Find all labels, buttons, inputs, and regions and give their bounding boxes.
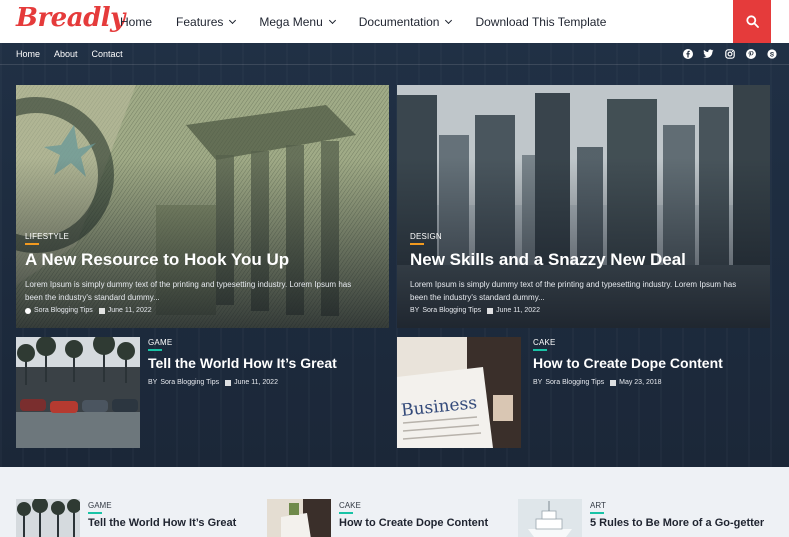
post-date: May 23, 2018 <box>619 379 662 386</box>
street-image <box>16 337 140 448</box>
author-prefix: BY <box>410 307 420 314</box>
post-thumbnail[interactable] <box>16 337 140 448</box>
tag-underline <box>533 349 547 351</box>
post-title[interactable]: How to Create Dope Content <box>533 355 723 371</box>
facebook-icon[interactable] <box>682 49 693 60</box>
tag-underline <box>410 243 424 245</box>
nav-label: Home <box>120 14 153 29</box>
post-author[interactable]: Sora Blogging Tips <box>160 379 219 386</box>
tag-underline <box>339 512 353 514</box>
site-header: Breadly Home Features Mega Menu Document… <box>0 0 789 43</box>
nav-item-documentation[interactable]: Documentation <box>358 14 453 29</box>
instagram-icon[interactable] <box>724 49 735 60</box>
nav-label: Documentation <box>358 14 440 29</box>
author-prefix: BY <box>148 379 158 386</box>
featured-post-2[interactable]: Design New Skills and a Snazzy New Deal … <box>397 85 770 328</box>
post-date: June 11, 2022 <box>496 307 540 314</box>
tag-underline <box>590 512 604 514</box>
post-thumbnail[interactable] <box>16 499 80 537</box>
tag-underline <box>148 349 162 351</box>
recent-post-3[interactable]: Art 5 Rules to Be More of a Go-getter <box>518 499 778 537</box>
post-title[interactable]: How to Create Dope Content <box>339 517 488 529</box>
post-date: June 11, 2022 <box>234 379 278 386</box>
top-link-contact[interactable]: Contact <box>92 49 123 59</box>
post-meta: BY Sora Blogging Tips June 11, 2022 <box>148 379 278 386</box>
chevron-down-icon <box>445 16 453 24</box>
post-tag[interactable]: Cake <box>533 338 556 347</box>
yacht-image <box>518 499 582 537</box>
nav-item-home[interactable]: Home <box>120 15 152 29</box>
post-meta: BY Sora Blogging Tips June 11, 2022 <box>410 307 540 314</box>
calendar-icon <box>487 307 494 314</box>
tag-underline <box>88 512 102 514</box>
newspaper-image <box>397 337 521 448</box>
street-image <box>16 499 80 537</box>
excerpt-line: Lorem Ipsum is simply dummy text of the … <box>25 280 352 289</box>
top-link-home[interactable]: Home <box>16 49 40 59</box>
nav-label: Mega Menu <box>259 14 323 29</box>
post-tag[interactable]: Cake <box>339 501 361 510</box>
post-tag[interactable]: Art <box>590 501 606 510</box>
excerpt-line: Lorem Ipsum is simply dummy text of the … <box>410 280 737 289</box>
recent-posts: Game Tell the World How It’s Great Cake … <box>0 467 789 537</box>
post-title[interactable]: New Skills and a Snazzy New Deal <box>410 250 686 270</box>
featured-post-1[interactable]: Lifestyle A New Resource to Hook You Up … <box>16 85 389 328</box>
main-nav: Home Features Mega Menu Documentation Do… <box>120 0 630 43</box>
chevron-down-icon <box>229 16 237 24</box>
calendar-icon <box>98 307 105 314</box>
author-prefix: BY <box>533 379 543 386</box>
search-icon <box>745 15 759 28</box>
nav-label: Download This Template <box>475 14 607 29</box>
top-link-about[interactable]: About <box>54 49 78 59</box>
post-title[interactable]: A New Resource to Hook You Up <box>25 250 289 270</box>
social-links <box>672 43 777 65</box>
post-title[interactable]: 5 Rules to Be More of a Go-getter <box>590 517 764 529</box>
secondary-post-2[interactable]: Business Cake How to Create Dope Content… <box>397 337 770 448</box>
excerpt-line: been the industry's standard dummy... <box>25 293 160 302</box>
post-thumbnail[interactable] <box>518 499 582 537</box>
post-title[interactable]: Tell the World How It’s Great <box>88 517 236 529</box>
post-meta: Sora Blogging Tips June 11, 2022 <box>25 307 152 314</box>
skype-icon[interactable] <box>766 49 777 60</box>
secondary-post-1[interactable]: Game Tell the World How It’s Great BY So… <box>16 337 389 448</box>
newspaper-image <box>267 499 331 537</box>
nav-item-features[interactable]: Features <box>176 14 237 29</box>
nav-label: Features <box>176 14 224 29</box>
search-button[interactable] <box>733 0 771 43</box>
post-tag[interactable]: Lifestyle <box>25 232 69 241</box>
post-excerpt: Lorem Ipsum is simply dummy text of the … <box>25 278 385 304</box>
nav-item-mega-menu[interactable]: Mega Menu <box>259 14 336 29</box>
top-bar: Home About Contact <box>0 43 789 65</box>
post-thumbnail[interactable]: Business <box>397 337 521 448</box>
chevron-down-icon <box>328 16 336 24</box>
post-date: June 11, 2022 <box>107 307 152 314</box>
post-tag[interactable]: Design <box>410 232 442 241</box>
top-links: Home About Contact <box>16 43 137 65</box>
post-author[interactable]: Sora Blogging Tips <box>422 307 481 314</box>
recent-post-1[interactable]: Game Tell the World How It’s Great <box>16 499 256 537</box>
post-thumbnail[interactable] <box>267 499 331 537</box>
post-author[interactable]: Sora Blogging Tips <box>34 307 93 314</box>
nav-item-download[interactable]: Download This Template <box>475 15 606 29</box>
calendar-icon <box>610 379 617 386</box>
post-meta: BY Sora Blogging Tips May 23, 2018 <box>533 379 662 386</box>
hero-section: Home About Contact LIFESTYLE A New Resou… <box>0 43 789 467</box>
post-title[interactable]: Tell the World How It’s Great <box>148 355 337 371</box>
recent-post-2[interactable]: Cake How to Create Dope Content <box>267 499 507 537</box>
post-tag[interactable]: Game <box>148 338 172 347</box>
post-author[interactable]: Sora Blogging Tips <box>545 379 604 386</box>
post-excerpt: Lorem Ipsum is simply dummy text of the … <box>410 278 768 304</box>
calendar-icon <box>225 379 232 386</box>
excerpt-line: been the industry's standard dummy... <box>410 293 545 302</box>
tag-underline <box>25 243 39 245</box>
author-icon <box>25 307 31 314</box>
pinterest-icon[interactable] <box>745 49 756 60</box>
twitter-icon[interactable] <box>703 49 714 60</box>
post-tag[interactable]: Game <box>88 501 112 510</box>
site-logo[interactable]: Breadly <box>16 3 125 33</box>
